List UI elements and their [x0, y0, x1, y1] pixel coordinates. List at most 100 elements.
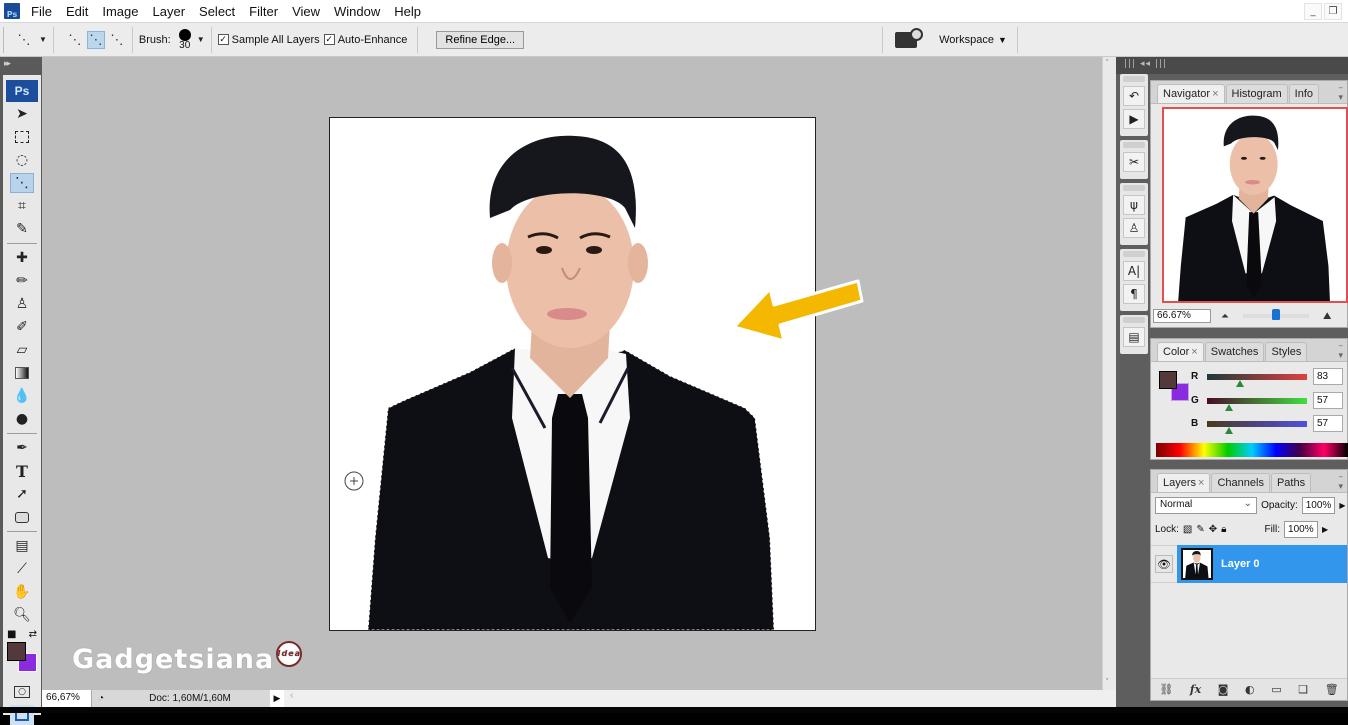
tab-paths[interactable]: Paths [1270, 473, 1312, 492]
green-slider[interactable] [1207, 397, 1307, 411]
auto-enhance-checkbox[interactable]: ✓ Auto-Enhance [323, 34, 407, 46]
slider-handle[interactable] [1225, 426, 1233, 434]
zoom-out-icon[interactable]: ⏶ [1221, 311, 1229, 322]
new-layer-icon[interactable]: ❏ [1298, 683, 1308, 696]
layer-row[interactable]: 👁︎ Layer 0 [1151, 545, 1347, 583]
blur-tool-icon[interactable]: 💧 [10, 386, 34, 406]
new-group-icon[interactable]: ▭ [1271, 683, 1281, 696]
layer-name[interactable]: Layer 0 [1221, 558, 1260, 570]
slider-handle[interactable] [1272, 309, 1280, 320]
menu-edit[interactable]: Edit [61, 4, 97, 19]
brush-picker-chevron-icon[interactable]: ▼ [197, 35, 205, 44]
crop-tool-icon[interactable]: ⌗ [10, 196, 34, 216]
blend-mode-select[interactable]: Normal ⌄ [1155, 496, 1258, 514]
layer-style-fx-icon[interactable]: fx [1190, 683, 1201, 696]
subtract-from-selection-mode[interactable]: ⋱ [108, 31, 126, 49]
eraser-tool-icon[interactable]: ▱ [10, 340, 34, 360]
opacity-slider-arrow-icon[interactable]: ▶ [1339, 501, 1347, 510]
navigator-zoom-field[interactable]: 66.67% [1153, 309, 1211, 323]
marquee-tool-icon[interactable] [10, 127, 34, 147]
type-tool-icon[interactable]: T [10, 461, 34, 481]
horizontal-scrollbar[interactable]: ‹ [284, 690, 1116, 707]
tab-channels[interactable]: Channels [1211, 473, 1270, 492]
add-to-selection-mode[interactable]: ⋱ [86, 30, 105, 49]
path-selection-tool-icon[interactable]: ➚ [10, 484, 34, 504]
lock-transparent-icon[interactable]: ▧ [1183, 524, 1192, 535]
vertical-scrollbar[interactable]: ˄ ˅ [1102, 57, 1116, 690]
slice-tool-icon[interactable]: ✎ [10, 219, 34, 239]
eye-visibility-icon[interactable]: 👁︎ [1155, 555, 1173, 573]
quick-mask-icon[interactable]: ○ [10, 682, 34, 702]
status-menu-arrow-icon[interactable]: ▶ [270, 690, 284, 707]
clone-stamp-tool-icon[interactable]: ♙ [10, 294, 34, 314]
adjustment-layer-icon[interactable]: ◐ [1245, 683, 1255, 696]
fill-field[interactable]: 100% [1284, 520, 1319, 538]
chevron-down-icon[interactable]: ▼ [39, 35, 47, 44]
zoom-level-field[interactable]: 66,67% [42, 690, 92, 707]
close-icon[interactable]: × [1191, 346, 1197, 358]
collapse-dock-icon[interactable]: ||| ◂◂ ||| [1116, 57, 1348, 74]
default-colors-icon[interactable]: ■ [7, 629, 16, 640]
tab-layers[interactable]: Layers × [1157, 473, 1211, 492]
layer-comps-icon[interactable]: ▤ [1123, 327, 1145, 347]
lock-position-icon[interactable]: ✥ [1209, 524, 1217, 535]
tool-presets-icon[interactable]: ✂ [1123, 152, 1145, 172]
expand-tools-icon[interactable]: ▸▸ [0, 57, 42, 75]
tab-styles[interactable]: Styles [1265, 342, 1308, 361]
lock-image-icon[interactable]: ✎ [1196, 524, 1204, 535]
move-tool-icon[interactable]: ➤ [10, 104, 34, 124]
status-info-icon[interactable]: ◔ [92, 693, 110, 704]
zoom-in-icon[interactable]: ⛰ [1323, 311, 1331, 322]
navigator-zoom-slider[interactable] [1243, 309, 1309, 320]
swap-colors-icon[interactable]: ⇄ [29, 629, 37, 640]
character-panel-icon[interactable]: A| [1123, 261, 1145, 281]
slider-handle[interactable] [1225, 403, 1233, 411]
menu-window[interactable]: Window [329, 4, 389, 19]
tab-swatches[interactable]: Swatches [1204, 342, 1265, 361]
navigator-preview[interactable] [1162, 107, 1348, 303]
tab-histogram[interactable]: Histogram [1225, 84, 1288, 103]
restore-button[interactable]: ❐ [1324, 3, 1342, 20]
link-layers-icon[interactable]: ⛓ [1159, 683, 1173, 696]
menu-select[interactable]: Select [194, 4, 244, 19]
launch-bridge-icon[interactable] [895, 27, 924, 48]
foreground-color-swatch[interactable] [7, 642, 26, 661]
close-icon[interactable]: × [1212, 88, 1218, 100]
color-spectrum-bar[interactable] [1156, 443, 1348, 457]
blue-value-field[interactable]: 57 [1313, 415, 1343, 432]
close-icon[interactable]: × [1198, 477, 1204, 489]
refine-edge-button[interactable]: Refine Edge... [436, 30, 525, 49]
dodge-tool-icon[interactable]: ● [10, 409, 34, 429]
quick-selection-tool-icon[interactable]: ⋱ [10, 173, 34, 193]
tool-preset-picker[interactable]: ⋱ [15, 31, 33, 49]
panel-menu-icon[interactable]: – ▾ [1338, 83, 1343, 103]
history-brush-tool-icon[interactable]: ✐ [10, 317, 34, 337]
workspace-menu[interactable]: Workspace ▼ [939, 34, 1007, 46]
panel-menu-icon[interactable]: – ▾ [1338, 472, 1343, 492]
fill-slider-arrow-icon[interactable]: ▶ [1322, 525, 1330, 534]
minimize-button[interactable]: _ [1304, 3, 1322, 20]
hand-tool-icon[interactable]: ✋ [10, 582, 34, 602]
tab-info[interactable]: Info [1288, 84, 1319, 103]
actions-panel-icon[interactable]: ▶ [1123, 109, 1145, 129]
zoom-tool-icon[interactable]: 🔍︎ [10, 605, 34, 625]
shape-tool-icon[interactable] [10, 507, 34, 527]
tab-color[interactable]: Color × [1157, 342, 1204, 361]
panel-menu-icon[interactable]: – ▾ [1338, 341, 1343, 361]
history-panel-icon[interactable]: ↶ [1123, 86, 1145, 106]
red-value-field[interactable]: 83 [1313, 368, 1343, 385]
lasso-tool-icon[interactable]: ◌ [10, 150, 34, 170]
menu-help[interactable]: Help [389, 4, 430, 19]
add-mask-icon[interactable]: ◙ [1218, 683, 1229, 696]
gradient-tool-icon[interactable] [10, 363, 34, 383]
menu-filter[interactable]: Filter [244, 4, 287, 19]
image-canvas[interactable] [329, 117, 816, 631]
paragraph-panel-icon[interactable]: ¶ [1123, 284, 1145, 304]
pen-tool-icon[interactable]: ✒ [10, 438, 34, 458]
menu-image[interactable]: Image [97, 4, 147, 19]
brushes-panel-icon[interactable]: ψ [1123, 195, 1145, 215]
delete-layer-icon[interactable]: 🗑︎ [1325, 683, 1339, 696]
menu-file[interactable]: File [26, 4, 61, 19]
blue-slider[interactable] [1207, 420, 1307, 434]
scroll-up-icon[interactable]: ˄ [1105, 59, 1110, 69]
